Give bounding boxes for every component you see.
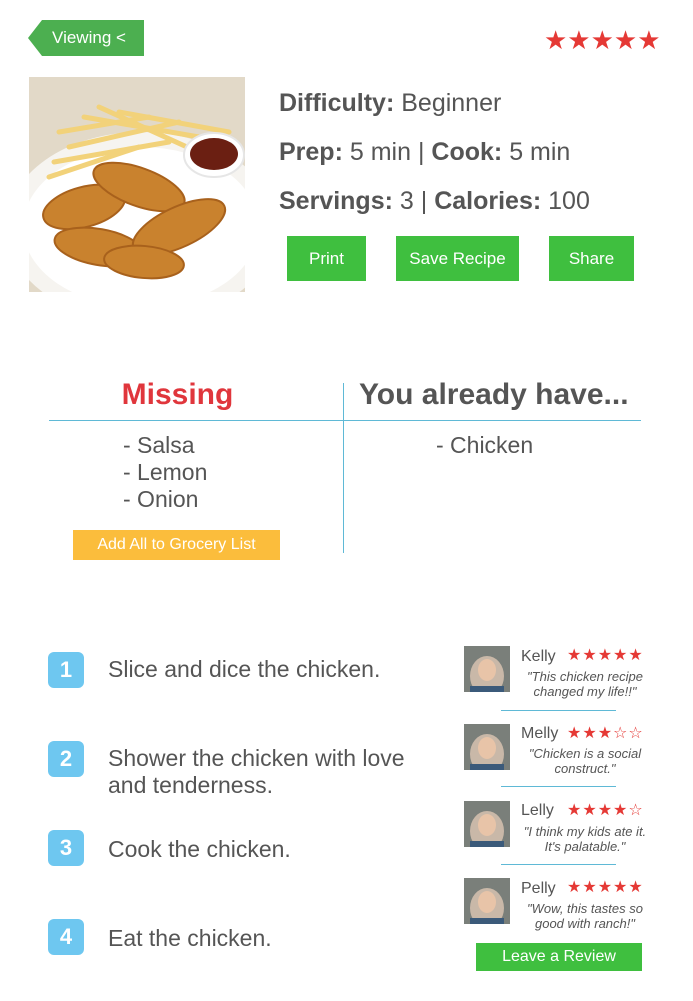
have-list: - Chicken: [436, 432, 533, 459]
avatar: [464, 646, 510, 692]
share-button[interactable]: Share: [549, 236, 634, 281]
step-number-badge: 2: [48, 741, 84, 777]
missing-list: - Salsa - Lemon - Onion: [123, 432, 207, 513]
prep-label: Prep:: [279, 138, 343, 166]
leave-review-button[interactable]: Leave a Review: [476, 943, 642, 971]
reviewer-name: Kelly: [521, 648, 556, 665]
list-item: - Salsa: [123, 432, 195, 458]
avatar: [464, 878, 510, 924]
review-stars: ★★★★★: [567, 879, 644, 896]
list-item: - Chicken: [436, 432, 534, 458]
review-text: "Wow, this tastes so good with ranch!": [527, 901, 643, 931]
ingredients-divider-vertical: [343, 383, 344, 553]
review-stars: ★★★★★: [567, 647, 644, 664]
difficulty-value: Beginner: [401, 89, 502, 117]
list-item: - Onion: [123, 486, 199, 512]
servings-line: Servings: 3 | Calories: 100: [279, 187, 590, 216]
step-text: Cook the chicken.: [108, 836, 291, 862]
avatar: [464, 801, 510, 847]
review-text: "Chicken is a social construct.": [528, 746, 642, 776]
review-text: "I think my kids ate it. It's palatable.…: [523, 824, 647, 854]
review-divider: [501, 864, 616, 865]
review-text: "This chicken recipe changed my life!!": [527, 669, 643, 699]
ingredients-divider-horizontal: [49, 420, 641, 421]
difficulty-line: Difficulty: Beginner: [279, 89, 501, 118]
calories-value: 100: [548, 187, 590, 215]
already-have-heading: You already have...: [359, 378, 629, 411]
step-number-badge: 1: [48, 652, 84, 688]
step-number-badge: 3: [48, 830, 84, 866]
reviewer-name: Pelly: [521, 880, 556, 897]
step-text: Slice and dice the chicken.: [108, 656, 381, 682]
difficulty-label: Difficulty:: [279, 89, 395, 117]
step-text: Eat the chicken.: [108, 925, 272, 951]
servings-value: 3: [399, 187, 414, 215]
review-stars: ★★★☆☆: [567, 725, 644, 742]
print-button[interactable]: Print: [287, 236, 366, 281]
reviewer-name: Melly: [521, 725, 559, 742]
cook-label: Cook:: [431, 138, 503, 166]
viewing-label: Viewing <: [52, 28, 126, 47]
add-all-to-grocery-list-button[interactable]: Add All to Grocery List: [73, 530, 280, 560]
save-recipe-button[interactable]: Save Recipe: [396, 236, 519, 281]
review-stars: ★★★★☆: [567, 802, 644, 819]
servings-separator: |: [420, 187, 428, 215]
recipe-photo: [29, 77, 245, 292]
prep-value: 5 min: [349, 138, 411, 166]
time-separator: |: [417, 138, 425, 166]
missing-heading: Missing: [121, 378, 234, 411]
viewing-tag-button[interactable]: Viewing <: [28, 20, 144, 56]
list-item: - Lemon: [123, 459, 208, 485]
step-text: Shower the chicken with love and tendern…: [108, 745, 405, 798]
calories-label: Calories:: [434, 187, 542, 215]
reviewer-name: Lelly: [521, 802, 554, 819]
cook-value: 5 min: [509, 138, 571, 166]
servings-label: Servings:: [279, 187, 393, 215]
step-number-badge: 4: [48, 919, 84, 955]
avatar: [464, 724, 510, 770]
review-divider: [501, 786, 616, 787]
recipe-rating-stars: ★★★★★: [544, 25, 661, 55]
time-line: Prep: 5 min | Cook: 5 min: [279, 138, 570, 167]
review-divider: [501, 710, 616, 711]
